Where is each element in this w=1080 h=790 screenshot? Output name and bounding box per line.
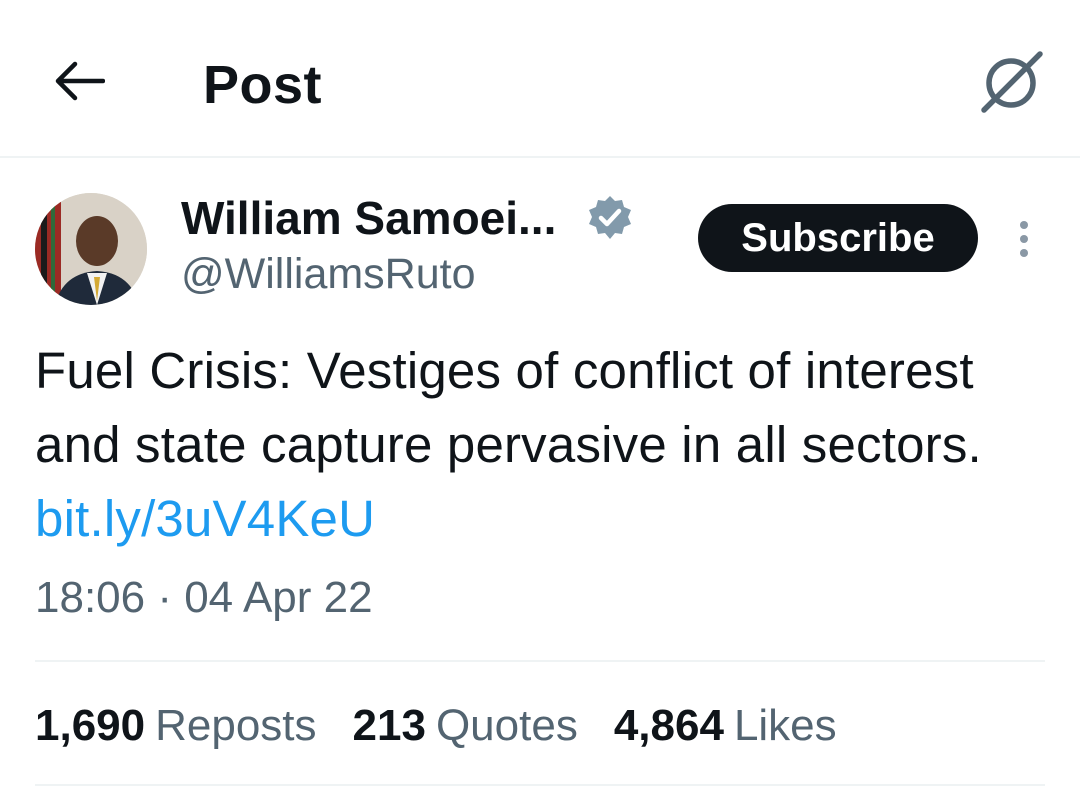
- subscribe-button[interactable]: Subscribe: [698, 204, 978, 272]
- engagement-stats: 1,690 Reposts 213 Quotes 4,864 Likes: [35, 696, 837, 756]
- post-link[interactable]: bit.ly/3uV4KeU: [35, 490, 375, 547]
- grok-icon: [981, 51, 1043, 113]
- post-timestamp[interactable]: 18:06 · 04 Apr 22: [35, 570, 373, 626]
- author-handle[interactable]: @WilliamsRuto: [181, 248, 476, 300]
- likes-stat[interactable]: 4,864 Likes: [614, 696, 837, 756]
- post-body: Fuel Crisis: Vestiges of conflict of int…: [35, 342, 982, 473]
- grok-button[interactable]: [976, 46, 1046, 116]
- profile-photo: [35, 193, 147, 305]
- reposts-stat[interactable]: 1,690 Reposts: [35, 696, 317, 756]
- more-dot: [1020, 235, 1028, 243]
- more-vertical-icon: [1020, 221, 1028, 229]
- likes-label: Likes: [733, 701, 837, 750]
- reposts-label: Reposts: [155, 701, 317, 750]
- divider: [35, 784, 1045, 786]
- page-title: Post: [203, 55, 323, 115]
- more-options-button[interactable]: [1004, 212, 1044, 266]
- quotes-count: 213: [352, 701, 426, 750]
- verified-badge-icon: [589, 196, 631, 239]
- back-button[interactable]: [50, 52, 108, 110]
- top-bar: Post: [0, 0, 1080, 158]
- avatar[interactable]: [35, 193, 147, 305]
- likes-count: 4,864: [613, 701, 724, 750]
- quotes-stat[interactable]: 213 Quotes: [353, 696, 578, 756]
- divider: [35, 660, 1045, 662]
- arrow-left-icon: [55, 61, 105, 101]
- post-text: Fuel Crisis: Vestiges of conflict of int…: [35, 334, 1045, 556]
- reposts-count: 1,690: [35, 701, 146, 750]
- quotes-label: Quotes: [435, 701, 578, 750]
- more-dot: [1020, 249, 1028, 257]
- author-name[interactable]: William Samoei...: [181, 191, 556, 245]
